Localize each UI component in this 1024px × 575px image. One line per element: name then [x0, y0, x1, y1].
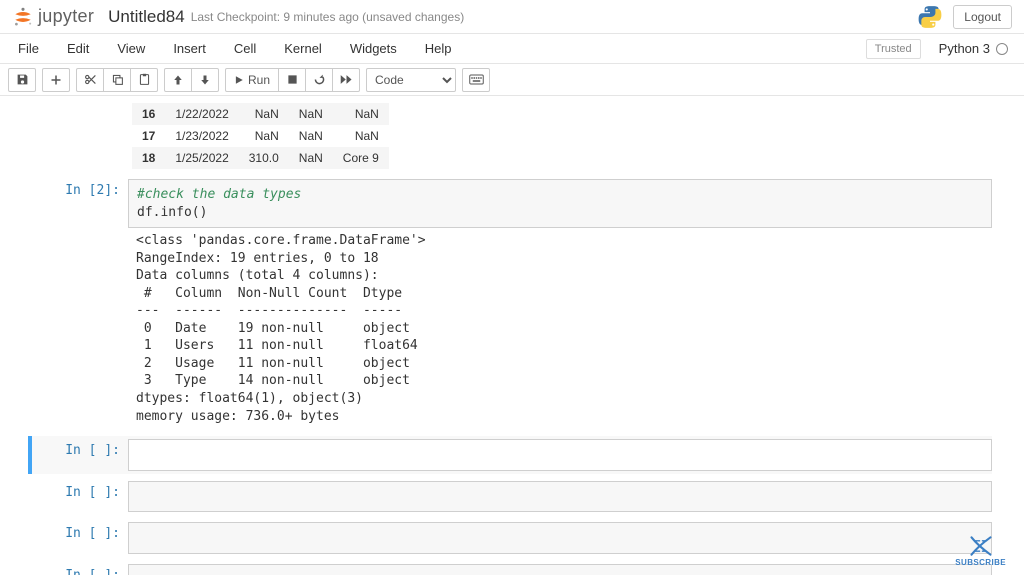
input-prompt: In [ ]:	[32, 481, 128, 513]
code-line: df.info()	[137, 205, 207, 220]
restart-run-all-button[interactable]	[332, 68, 360, 92]
cell-date: 1/25/2022	[165, 147, 238, 169]
cut-button[interactable]	[76, 68, 104, 92]
code-cell-empty[interactable]: In [ ]:	[32, 561, 992, 575]
jupyter-planet-icon	[12, 6, 34, 28]
code-input[interactable]: #check the data types df.info()	[128, 179, 992, 228]
keyboard-icon	[469, 74, 484, 85]
menu-file[interactable]: File	[4, 35, 53, 62]
kernel-status-icon	[996, 43, 1008, 55]
header: jupyter Untitled84 Last Checkpoint: 9 mi…	[0, 0, 1024, 34]
cell-users: 310.0	[239, 147, 289, 169]
trusted-indicator[interactable]: Trusted	[866, 39, 921, 59]
code-input[interactable]	[128, 439, 992, 471]
floppy-icon	[16, 73, 29, 86]
cell-usage: NaN	[289, 125, 333, 147]
cell-date: 1/22/2022	[165, 103, 238, 125]
table-row: 17 1/23/2022 NaN NaN NaN	[132, 125, 389, 147]
jupyter-logo[interactable]: jupyter	[12, 6, 94, 28]
cell-type-select[interactable]: Code	[366, 68, 456, 92]
logout-button[interactable]: Logout	[953, 5, 1012, 29]
notebook-container[interactable]: 16 1/22/2022 NaN NaN NaN 17 1/23/2022 Na…	[0, 96, 1024, 575]
run-button[interactable]: Run	[225, 68, 279, 92]
output-prompt	[32, 103, 128, 169]
save-button[interactable]	[8, 68, 36, 92]
notebook-name[interactable]: Untitled84	[108, 7, 185, 27]
code-cell-2[interactable]: In [2]: #check the data types df.info() …	[32, 176, 992, 432]
code-cell-empty[interactable]: In [ ]:	[32, 478, 992, 516]
insert-cell-below-button[interactable]	[42, 68, 70, 92]
code-input[interactable]	[128, 564, 992, 575]
kernel-name: Python 3	[939, 41, 990, 56]
table-row: 18 1/25/2022 310.0 NaN Core 9	[132, 147, 389, 169]
play-icon	[234, 75, 244, 85]
menu-view[interactable]: View	[103, 35, 159, 62]
stop-icon	[287, 74, 298, 85]
row-index: 18	[132, 147, 165, 169]
fast-forward-icon	[340, 74, 353, 85]
cell-usage: NaN	[289, 103, 333, 125]
dna-icon	[968, 535, 994, 557]
input-prompt: In [2]:	[32, 179, 128, 429]
subscribe-watermark: SUBSCRIBE	[955, 535, 1006, 567]
subscribe-text: SUBSCRIBE	[955, 558, 1006, 567]
menu-cell[interactable]: Cell	[220, 35, 270, 62]
cell-users: NaN	[239, 103, 289, 125]
cell-users: NaN	[239, 125, 289, 147]
restart-icon	[313, 73, 326, 86]
plus-icon	[50, 74, 62, 86]
run-label: Run	[248, 73, 270, 87]
cell-type: Core 9	[333, 147, 389, 169]
jupyter-wordmark: jupyter	[38, 6, 94, 27]
code-cell-empty-selected[interactable]: In [ ]:	[28, 436, 992, 474]
code-comment: #check the data types	[137, 187, 301, 202]
scissors-icon	[84, 73, 97, 86]
input-prompt: In [ ]:	[32, 522, 128, 554]
move-down-button[interactable]	[191, 68, 219, 92]
copy-icon	[111, 73, 124, 86]
interrupt-button[interactable]	[278, 68, 306, 92]
menu-insert[interactable]: Insert	[159, 35, 220, 62]
copy-button[interactable]	[103, 68, 131, 92]
command-palette-button[interactable]	[462, 68, 490, 92]
input-prompt: In [ ]:	[32, 564, 128, 575]
python-icon	[917, 4, 943, 30]
table-row: 16 1/22/2022 NaN NaN NaN	[132, 103, 389, 125]
restart-button[interactable]	[305, 68, 333, 92]
clipboard-icon	[138, 73, 151, 86]
checkpoint-status: Last Checkpoint: 9 minutes ago (unsaved …	[191, 10, 465, 24]
menu-help[interactable]: Help	[411, 35, 466, 62]
menubar: File Edit View Insert Cell Kernel Widget…	[0, 34, 1024, 64]
move-up-button[interactable]	[164, 68, 192, 92]
row-index: 16	[132, 103, 165, 125]
menu-edit[interactable]: Edit	[53, 35, 103, 62]
menu-kernel[interactable]: Kernel	[270, 35, 336, 62]
paste-button[interactable]	[130, 68, 158, 92]
code-input[interactable]	[128, 481, 992, 513]
cell-output-dataframe: 16 1/22/2022 NaN NaN NaN 17 1/23/2022 Na…	[32, 100, 992, 172]
cell-type: NaN	[333, 103, 389, 125]
row-index: 17	[132, 125, 165, 147]
input-prompt: In [ ]:	[32, 439, 128, 471]
cell-date: 1/23/2022	[165, 125, 238, 147]
arrow-up-icon	[172, 74, 184, 86]
code-input[interactable]	[128, 522, 992, 554]
cell-usage: NaN	[289, 147, 333, 169]
cell-type: NaN	[333, 125, 389, 147]
stdout-output: <class 'pandas.core.frame.DataFrame'> Ra…	[128, 228, 992, 429]
code-cell-empty[interactable]: In [ ]:	[32, 519, 992, 557]
dataframe-table: 16 1/22/2022 NaN NaN NaN 17 1/23/2022 Na…	[132, 103, 389, 169]
kernel-indicator[interactable]: Python 3	[939, 41, 1020, 56]
toolbar: Run Code	[0, 64, 1024, 96]
menu-widgets[interactable]: Widgets	[336, 35, 411, 62]
arrow-down-icon	[199, 74, 211, 86]
